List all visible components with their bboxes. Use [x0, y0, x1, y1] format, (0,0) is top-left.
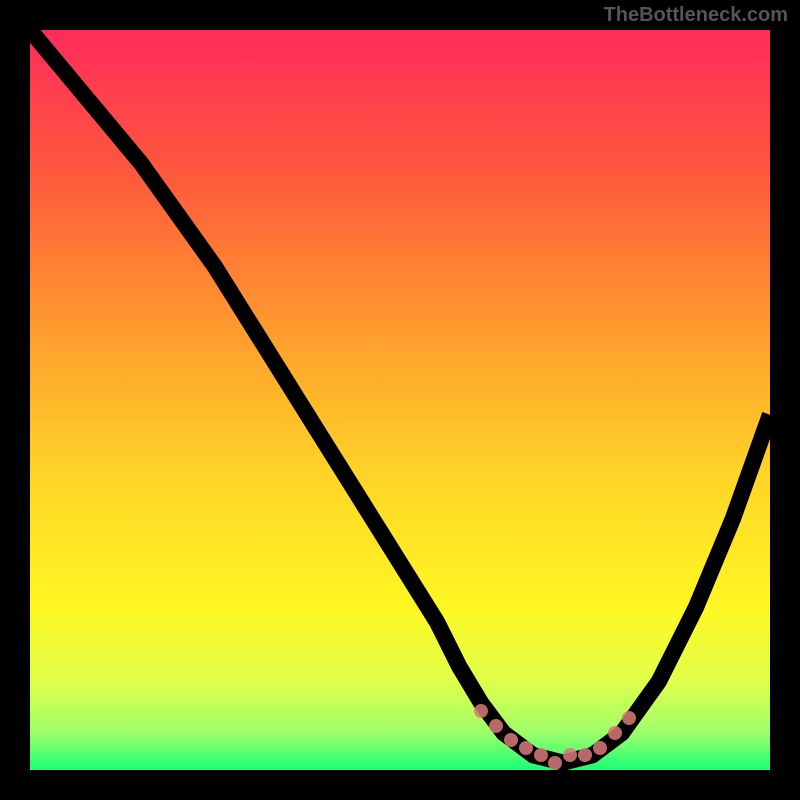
marker-group — [30, 30, 770, 770]
range-marker — [563, 748, 577, 762]
range-marker — [489, 719, 503, 733]
range-marker — [548, 756, 562, 770]
range-marker — [504, 733, 518, 747]
range-marker — [578, 748, 592, 762]
range-marker — [534, 748, 548, 762]
range-marker — [474, 704, 488, 718]
range-marker — [622, 711, 636, 725]
watermark: TheBottleneck.com — [604, 4, 788, 27]
range-marker — [593, 741, 607, 755]
plot-area — [30, 30, 770, 770]
range-marker — [519, 741, 533, 755]
range-marker — [608, 726, 622, 740]
